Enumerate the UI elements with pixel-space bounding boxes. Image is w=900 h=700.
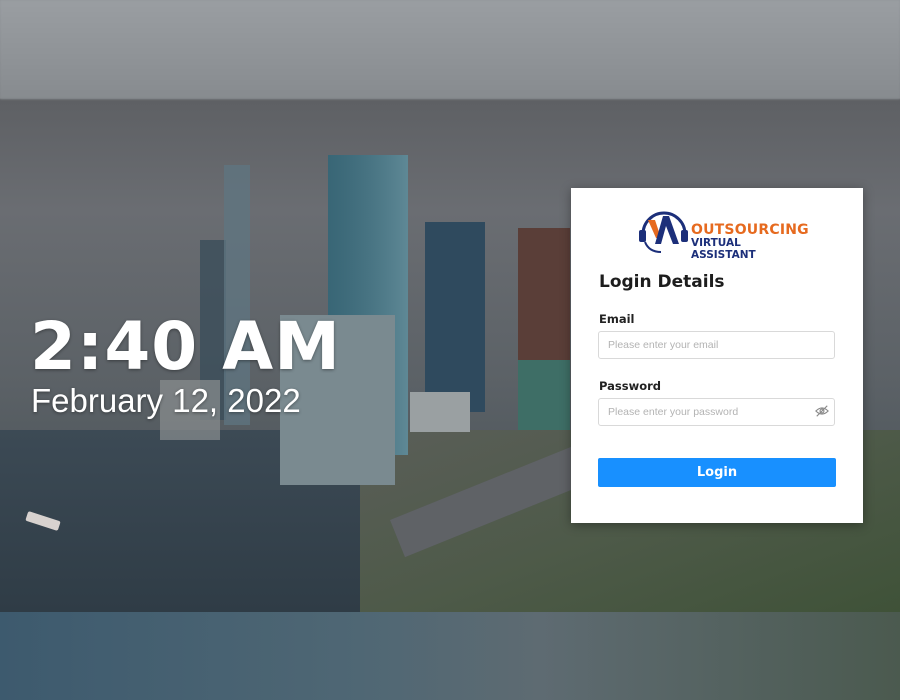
password-field[interactable]	[598, 398, 835, 426]
blurred-bottom-band	[0, 612, 900, 700]
headset-va-logo-icon	[639, 211, 688, 253]
login-button[interactable]: Login	[598, 458, 836, 487]
clock-date: February 12, 2022	[31, 382, 301, 419]
email-label: Email	[599, 312, 635, 326]
eye-slash-icon[interactable]	[815, 404, 829, 418]
login-title: Login Details	[599, 272, 725, 292]
clock-time: 2:40 AM	[30, 308, 341, 385]
company-logo: OUTSOURCING VIRTUAL ASSISTANT	[635, 204, 809, 261]
password-label: Password	[599, 379, 661, 393]
logo-line-2: VIRTUAL ASSISTANT	[691, 237, 756, 261]
email-field[interactable]	[598, 331, 835, 359]
logo-line-1: OUTSOURCING	[691, 222, 809, 238]
login-card: OUTSOURCING VIRTUAL ASSISTANT Login Deta…	[571, 188, 863, 523]
